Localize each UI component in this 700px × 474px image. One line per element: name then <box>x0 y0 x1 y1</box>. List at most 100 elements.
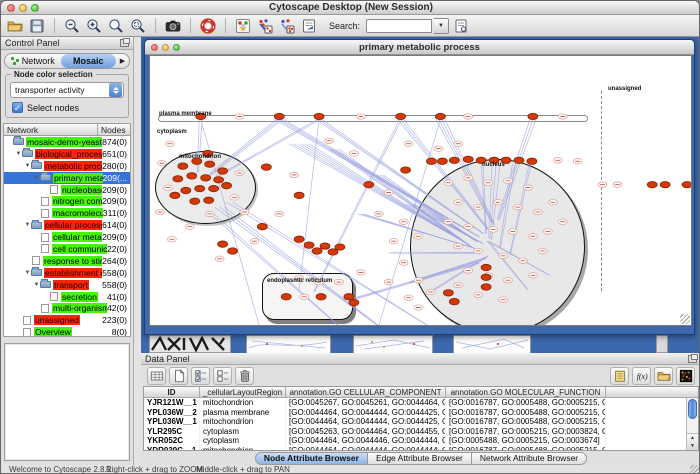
table-row[interactable]: YPL036W__2plasma membrane[GO:0044464, GO… <box>144 408 698 418</box>
table-row[interactable]: YJR121W__1mitochondrion[GO:0045267, GO:0… <box>144 398 698 408</box>
table-cell[interactable]: [GO:0016787, GO:0005488, GO:0005215, G..… <box>446 446 606 451</box>
network-node-selected[interactable] <box>401 167 411 173</box>
table-cell[interactable]: plasma membrane <box>200 408 286 418</box>
app-resize-grip[interactable] <box>690 465 699 474</box>
table-cell[interactable]: [GO:0016787, GO:0005215, GO:0003824, G..… <box>446 427 606 437</box>
network-node[interactable] <box>454 141 463 146</box>
tree-item-label[interactable]: response to stimulu <box>43 256 102 266</box>
table-cell[interactable]: mitochondrion <box>200 417 286 427</box>
network-node[interactable] <box>404 295 413 300</box>
tree-item-label[interactable]: secretion <box>61 292 98 302</box>
network-node-selected[interactable] <box>437 158 447 164</box>
tab-edge-attribute-browser[interactable]: Edge Attribute Browser <box>368 452 472 465</box>
tree-item[interactable]: unassigned223(0) <box>4 314 130 326</box>
notepad-button[interactable] <box>610 367 629 385</box>
table-cell[interactable]: YDR039C__1 <box>144 446 200 451</box>
network-node[interactable] <box>598 182 607 187</box>
table-row[interactable]: YDR039C__1mitochondrion[GO:0044464, GO:0… <box>144 446 698 451</box>
float-panel-icon[interactable] <box>120 39 129 47</box>
zoom-in-button[interactable] <box>84 16 104 35</box>
tree-item[interactable]: ▼metabolic process280(0) <box>4 160 130 172</box>
network-node-selected[interactable] <box>426 158 436 164</box>
table-cell[interactable]: [GO:0016787, GO:0005488, GO:0005215, G..… <box>446 408 606 418</box>
node-color-dropdown[interactable]: transporter activity <box>10 82 124 98</box>
background-window-fragment[interactable] <box>656 335 668 353</box>
tree-item[interactable]: cellular metabo209(0) <box>4 231 130 243</box>
select-all-attributes-button[interactable] <box>191 367 210 385</box>
snapshot-button[interactable] <box>163 16 183 35</box>
table-row[interactable]: YKR052Ccytoplasm[GO:0044464, GO:0044446,… <box>144 436 698 446</box>
table-cell[interactable]: [GO:0044464, GO:0044444, GO:0044444, G..… <box>286 446 446 451</box>
tree-column-nodes[interactable]: Nodes <box>98 124 130 135</box>
table-cell[interactable]: [GO:0016787, GO:0005488, GO:0005215, G..… <box>446 398 606 408</box>
import-attributes-button[interactable] <box>654 367 673 385</box>
table-row[interactable]: YLR295Ccytoplasm[GO:0045263, GO:0044464,… <box>144 427 698 437</box>
expand-arrow-icon[interactable]: ▼ <box>24 270 31 276</box>
region-nucleus[interactable] <box>410 159 585 326</box>
search-input[interactable] <box>366 19 432 33</box>
network-node-selected[interactable] <box>304 242 314 248</box>
tree-item-label[interactable]: cell communicat <box>52 244 107 254</box>
tree-item-label[interactable]: macromolecule <box>52 208 103 218</box>
background-window-fragment[interactable] <box>246 335 331 353</box>
table-cell[interactable]: [GO:0044464, GO:0044444, GO:0044425, G..… <box>286 417 446 427</box>
table-row[interactable]: YPL036W__1mitochondrion[GO:0044464, GO:0… <box>144 417 698 427</box>
tab-network[interactable]: Network <box>5 54 61 68</box>
table-cell[interactable]: YKR052C <box>144 436 200 446</box>
network-node-selected[interactable] <box>261 164 271 170</box>
network-node[interactable] <box>167 237 176 242</box>
table-cell[interactable]: YPL036W__1 <box>144 417 200 427</box>
network-node-selected[interactable] <box>218 241 228 247</box>
table-cell[interactable]: mitochondrion <box>200 398 286 408</box>
table-cell[interactable]: YJR121W__1 <box>144 398 200 408</box>
network-node[interactable] <box>356 270 365 275</box>
tree-item[interactable]: cell communicat22(0) <box>4 243 130 255</box>
tree-item[interactable]: multi-organism pro42(0) <box>4 302 130 314</box>
tree-item-label[interactable]: primary metabol <box>53 173 103 183</box>
network-node-selected[interactable] <box>335 244 345 250</box>
tree-item-label[interactable]: biological_process <box>35 149 102 159</box>
import-network-b-button[interactable] <box>277 16 297 35</box>
network-node[interactable] <box>434 146 443 151</box>
network-window-titlebar[interactable]: primary metabolic process <box>145 40 694 55</box>
table-cell[interactable]: [GO:0044464, GO:0044444, GO:0044425, G..… <box>286 408 446 418</box>
network-node[interactable] <box>573 159 582 164</box>
tree-item-label[interactable]: unassigned <box>34 315 80 325</box>
network-node[interactable] <box>325 138 334 143</box>
zoom-selected-button[interactable] <box>106 16 126 35</box>
network-node[interactable] <box>155 209 164 214</box>
network-node[interactable] <box>290 172 299 177</box>
table-cell[interactable]: [GO:0016787, GO:0005488, GO:0005215, G..… <box>446 417 606 427</box>
column-cellular-component[interactable]: annotation.GO CELLULAR_COMPONENT <box>286 387 446 397</box>
tree-item-label[interactable]: nucleobase- <box>61 185 102 195</box>
tree-item[interactable]: ▼transport558(0) <box>4 279 130 291</box>
tree-item[interactable]: ▼biological_process651(0) <box>4 148 130 160</box>
network-node[interactable] <box>275 211 284 216</box>
tree-item[interactable]: secretion41(0) <box>4 291 130 303</box>
network-node-selected[interactable] <box>647 181 657 187</box>
table-cell[interactable]: [GO:0045263, GO:0044464, GO:0044455, G..… <box>286 427 446 437</box>
tab-network-attribute-browser[interactable]: Network Attribute Browser <box>472 452 587 465</box>
tree-item[interactable]: nitrogen compo209(0) <box>4 195 130 207</box>
table-cell[interactable]: YLR295C <box>144 427 200 437</box>
network-view-window[interactable]: primary metabolic process plasma membran… <box>144 39 695 335</box>
tab-node-attribute-browser[interactable]: Node Attribute Browser <box>255 452 368 465</box>
network-node[interactable] <box>414 305 423 310</box>
delete-attribute-button[interactable] <box>235 367 254 385</box>
network-node-selected[interactable] <box>257 223 267 229</box>
column-id[interactable]: ID <box>144 387 200 397</box>
expand-arrow-icon[interactable]: ▼ <box>33 282 40 288</box>
tree-column-network[interactable]: Network <box>4 124 98 135</box>
table-cell[interactable]: mitochondrion <box>200 446 286 451</box>
network-node[interactable] <box>374 211 383 216</box>
network-node[interactable] <box>165 141 174 146</box>
tree-item-label[interactable]: nitrogen compo <box>52 196 102 206</box>
tree-item[interactable]: Overview8(0) <box>4 326 130 337</box>
table-cell[interactable]: YPL036W__2 <box>144 408 200 418</box>
tree-item[interactable]: ▼cellular process614(0) <box>4 219 130 231</box>
unselect-attributes-button[interactable] <box>213 367 232 385</box>
tab-overflow-button[interactable]: ▶ <box>116 54 129 68</box>
network-node-selected[interactable] <box>294 192 304 198</box>
tree-item-label[interactable]: metabolic process <box>44 161 102 171</box>
network-node[interactable] <box>389 238 398 243</box>
